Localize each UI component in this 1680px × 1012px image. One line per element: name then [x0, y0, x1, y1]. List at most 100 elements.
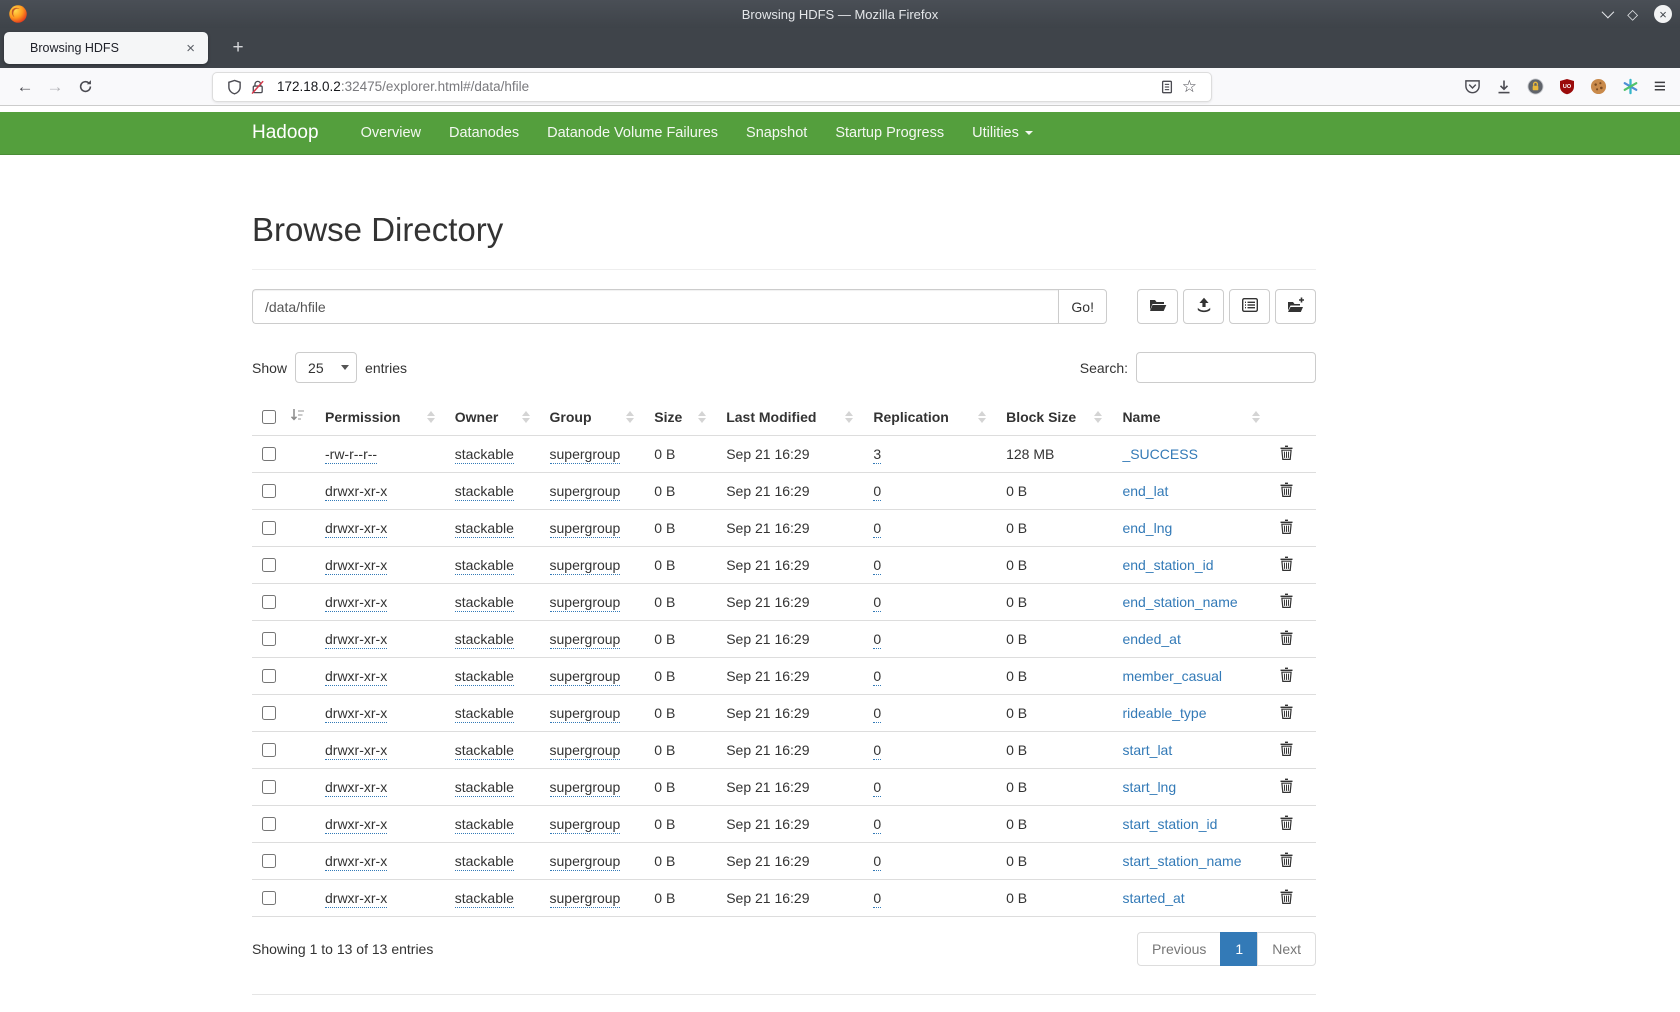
header-name[interactable]: Name	[1112, 399, 1270, 436]
owner-value[interactable]: stackable	[455, 705, 514, 723]
file-name-link[interactable]: start_lat	[1122, 742, 1172, 758]
next-page-button[interactable]: Next	[1257, 932, 1316, 966]
go-button[interactable]: Go!	[1058, 289, 1107, 324]
reload-button[interactable]	[70, 73, 100, 101]
tab-browsing-hdfs[interactable]: Browsing HDFS ×	[4, 32, 208, 64]
replication-value[interactable]: 0	[873, 742, 881, 760]
ublock-shield-icon[interactable]: UO	[1559, 78, 1575, 95]
file-name-link[interactable]: start_lng	[1122, 779, 1176, 795]
permission-value[interactable]: drwxr-xr-x	[325, 816, 387, 834]
owner-value[interactable]: stackable	[455, 520, 514, 538]
group-value[interactable]: supergroup	[550, 483, 621, 501]
permission-value[interactable]: drwxr-xr-x	[325, 890, 387, 908]
group-value[interactable]: supergroup	[550, 705, 621, 723]
replication-value[interactable]: 0	[873, 631, 881, 649]
file-name-link[interactable]: end_lng	[1122, 520, 1172, 536]
permission-value[interactable]: drwxr-xr-x	[325, 594, 387, 612]
permission-value[interactable]: drwxr-xr-x	[325, 520, 387, 538]
group-value[interactable]: supergroup	[550, 816, 621, 834]
replication-value[interactable]: 0	[873, 668, 881, 686]
file-name-link[interactable]: end_lat	[1122, 483, 1168, 499]
group-value[interactable]: supergroup	[550, 557, 621, 575]
group-value[interactable]: supergroup	[550, 853, 621, 871]
permission-value[interactable]: drwxr-xr-x	[325, 853, 387, 871]
delete-icon[interactable]	[1280, 593, 1293, 608]
row-checkbox[interactable]	[262, 558, 276, 572]
owner-value[interactable]: stackable	[455, 483, 514, 501]
back-button[interactable]: ←	[10, 73, 40, 101]
owner-value[interactable]: stackable	[455, 446, 514, 464]
replication-value[interactable]: 0	[873, 483, 881, 501]
group-value[interactable]: supergroup	[550, 594, 621, 612]
owner-value[interactable]: stackable	[455, 853, 514, 871]
delete-icon[interactable]	[1280, 556, 1293, 571]
row-checkbox[interactable]	[262, 891, 276, 905]
hamburger-menu-icon[interactable]: ≡	[1654, 76, 1666, 97]
file-name-link[interactable]: ended_at	[1122, 631, 1180, 647]
group-value[interactable]: supergroup	[550, 668, 621, 686]
open-folder-button[interactable]	[1137, 289, 1178, 324]
row-checkbox[interactable]	[262, 484, 276, 498]
replication-value[interactable]: 0	[873, 890, 881, 908]
tab-close-icon[interactable]: ×	[183, 40, 198, 57]
row-checkbox[interactable]	[262, 743, 276, 757]
group-value[interactable]: supergroup	[550, 779, 621, 797]
row-checkbox[interactable]	[262, 669, 276, 683]
minimize-icon[interactable]	[1602, 5, 1611, 23]
reader-mode-icon[interactable]	[1160, 79, 1174, 95]
row-checkbox[interactable]	[262, 780, 276, 794]
header-group[interactable]: Group	[540, 399, 645, 436]
delete-icon[interactable]	[1280, 889, 1293, 904]
file-name-link[interactable]: started_at	[1122, 890, 1184, 906]
group-value[interactable]: supergroup	[550, 520, 621, 538]
owner-value[interactable]: stackable	[455, 668, 514, 686]
owner-value[interactable]: stackable	[455, 816, 514, 834]
page-1-button[interactable]: 1	[1220, 932, 1258, 966]
delete-icon[interactable]	[1280, 519, 1293, 534]
row-checkbox[interactable]	[262, 595, 276, 609]
header-permission[interactable]: Permission	[315, 399, 445, 436]
header-replication[interactable]: Replication	[863, 399, 996, 436]
asterisk-extension-icon[interactable]	[1622, 78, 1639, 95]
navbar-brand[interactable]: Hadoop	[252, 122, 319, 144]
header-last-modified[interactable]: Last Modified	[716, 399, 863, 436]
replication-value[interactable]: 0	[873, 779, 881, 797]
delete-icon[interactable]	[1280, 445, 1293, 460]
header-block-size[interactable]: Block Size	[996, 399, 1112, 436]
replication-value[interactable]: 0	[873, 594, 881, 612]
group-value[interactable]: supergroup	[550, 446, 621, 464]
delete-icon[interactable]	[1280, 482, 1293, 497]
permission-value[interactable]: drwxr-xr-x	[325, 742, 387, 760]
maximize-icon[interactable]: ◇	[1627, 7, 1638, 21]
delete-icon[interactable]	[1280, 704, 1293, 719]
cookie-icon[interactable]	[1590, 78, 1607, 95]
upload-file-button[interactable]	[1183, 289, 1224, 324]
permission-value[interactable]: drwxr-xr-x	[325, 631, 387, 649]
delete-icon[interactable]	[1280, 630, 1293, 645]
replication-value[interactable]: 0	[873, 705, 881, 723]
nav-item-startup-progress[interactable]: Startup Progress	[821, 125, 958, 141]
delete-icon[interactable]	[1280, 667, 1293, 682]
delete-icon[interactable]	[1280, 741, 1293, 756]
insecure-lock-icon[interactable]	[250, 79, 265, 95]
delete-icon[interactable]	[1280, 852, 1293, 867]
replication-value[interactable]: 3	[873, 446, 881, 464]
new-tab-button[interactable]: +	[224, 34, 252, 62]
replication-value[interactable]: 0	[873, 816, 881, 834]
close-icon[interactable]: ×	[1654, 5, 1672, 23]
file-name-link[interactable]: end_station_name	[1122, 594, 1237, 610]
owner-value[interactable]: stackable	[455, 779, 514, 797]
row-checkbox[interactable]	[262, 706, 276, 720]
file-name-link[interactable]: _SUCCESS	[1122, 446, 1197, 462]
permission-value[interactable]: drwxr-xr-x	[325, 557, 387, 575]
replication-value[interactable]: 0	[873, 557, 881, 575]
nav-item-datanode-volume-failures[interactable]: Datanode Volume Failures	[533, 125, 732, 141]
owner-value[interactable]: stackable	[455, 742, 514, 760]
row-checkbox[interactable]	[262, 817, 276, 831]
delete-icon[interactable]	[1280, 815, 1293, 830]
owner-value[interactable]: stackable	[455, 557, 514, 575]
sort-amount-icon[interactable]	[290, 408, 305, 425]
permission-value[interactable]: drwxr-xr-x	[325, 483, 387, 501]
file-list-button[interactable]	[1229, 289, 1270, 324]
nav-item-snapshot[interactable]: Snapshot	[732, 125, 821, 141]
